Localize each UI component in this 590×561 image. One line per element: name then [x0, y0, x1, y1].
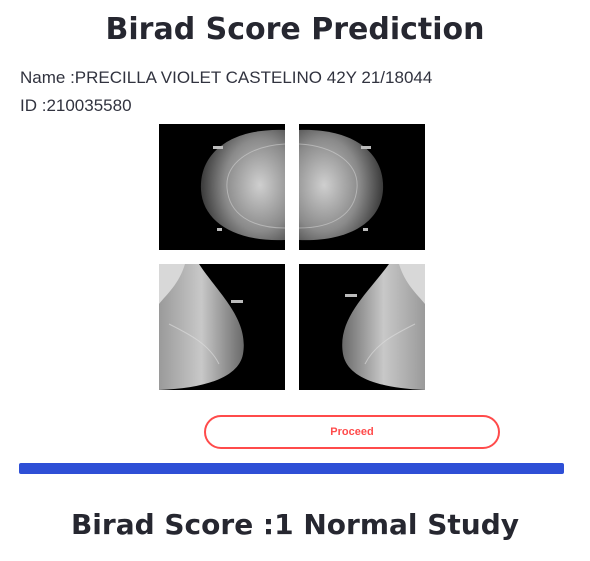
patient-name: Name :PRECILLA VIOLET CASTELINO 42Y 21/1…: [20, 68, 433, 87]
birad-score-result: Birad Score :1 Normal Study: [70, 508, 520, 541]
proceed-button[interactable]: Proceed: [204, 415, 500, 449]
page-title: Birad Score Prediction: [105, 12, 485, 47]
progress-bar-fill: [19, 463, 564, 474]
progress-bar: [19, 463, 564, 474]
mammogram-image-4: [299, 264, 425, 390]
patient-id: ID :210035580: [20, 96, 132, 115]
mammogram-image-1: [159, 124, 285, 250]
mammogram-image-2: [299, 124, 425, 250]
mammogram-image-3: [159, 264, 285, 390]
